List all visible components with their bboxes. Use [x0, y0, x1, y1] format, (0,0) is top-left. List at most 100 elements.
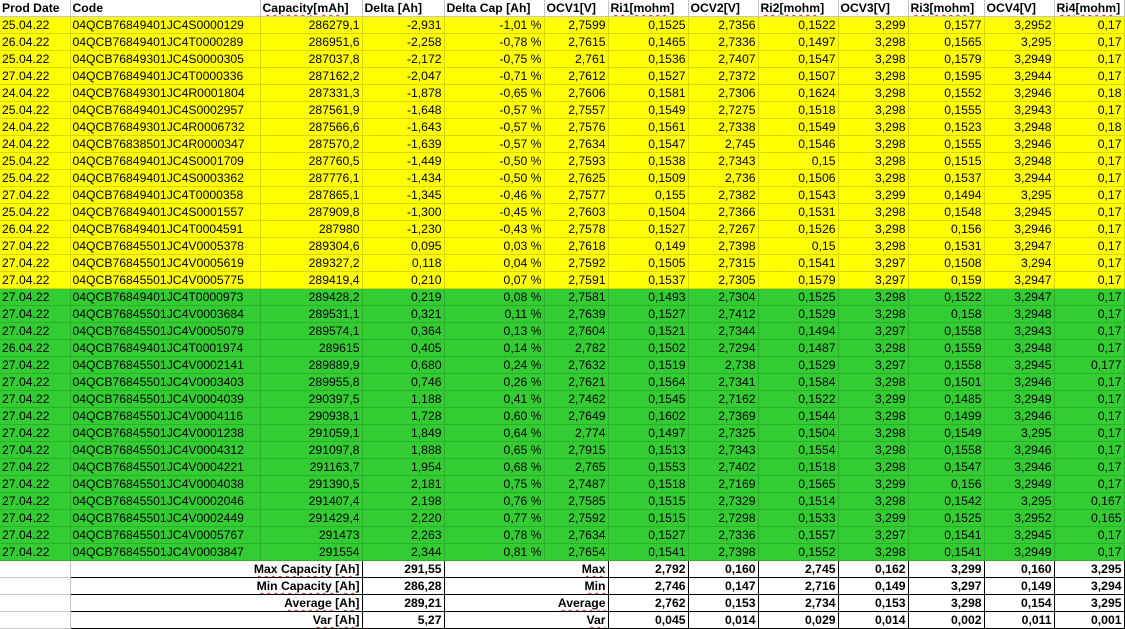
- table-cell[interactable]: 0,1506: [758, 169, 839, 187]
- table-cell[interactable]: 0,1548: [908, 203, 985, 221]
- table-cell[interactable]: 3,298: [838, 203, 909, 221]
- table-cell[interactable]: 25.04.22: [0, 169, 71, 187]
- table-cell[interactable]: 2,7398: [688, 237, 759, 255]
- table-cell[interactable]: 2,7304: [688, 288, 759, 306]
- table-cell[interactable]: -1,345: [362, 186, 445, 204]
- table-cell[interactable]: 0,095: [362, 237, 445, 255]
- table-cell[interactable]: 0,1549: [608, 101, 689, 119]
- table-cell[interactable]: -2,172: [362, 50, 445, 68]
- table-cell[interactable]: 27.04.22: [0, 254, 71, 272]
- summary-value[interactable]: 3,297: [908, 577, 985, 595]
- table-cell[interactable]: -2,258: [362, 33, 445, 51]
- table-cell[interactable]: 0,1497: [758, 33, 839, 51]
- table-cell[interactable]: 0,1525: [908, 509, 985, 527]
- table-cell[interactable]: 0,11 %: [444, 305, 545, 323]
- table-cell[interactable]: 0,1581: [608, 84, 689, 102]
- table-cell[interactable]: 0,17: [1054, 322, 1125, 340]
- table-cell[interactable]: -1,643: [362, 118, 445, 136]
- table-cell[interactable]: 0,1602: [608, 407, 689, 425]
- table-cell[interactable]: 0,364: [362, 322, 445, 340]
- table-cell[interactable]: 3,2948: [984, 152, 1055, 170]
- table-cell[interactable]: 2,344: [362, 543, 445, 561]
- table-cell[interactable]: 0,1579: [758, 271, 839, 289]
- table-cell[interactable]: 04QCB76849401JC4S0002957: [70, 101, 261, 119]
- table-cell[interactable]: 0,1558: [908, 322, 985, 340]
- table-cell[interactable]: 3,295: [984, 33, 1055, 51]
- table-cell[interactable]: 3,298: [838, 50, 909, 68]
- summary-left-value[interactable]: 286,28: [362, 577, 445, 595]
- table-cell[interactable]: 0,17: [1054, 339, 1125, 357]
- empty-cell[interactable]: [0, 611, 71, 629]
- table-cell[interactable]: 2,745: [688, 135, 759, 153]
- table-cell[interactable]: 2,7591: [544, 271, 609, 289]
- table-cell[interactable]: 287162,2: [260, 67, 363, 85]
- table-cell[interactable]: 2,736: [688, 169, 759, 187]
- table-cell[interactable]: 04QCB76849401JC4T0000336: [70, 67, 261, 85]
- table-cell[interactable]: 0,1509: [608, 169, 689, 187]
- table-cell[interactable]: 2,7412: [688, 305, 759, 323]
- table-cell[interactable]: -0,57 %: [444, 135, 545, 153]
- table-cell[interactable]: 3,298: [838, 33, 909, 51]
- table-cell[interactable]: 3,297: [838, 254, 909, 272]
- table-cell[interactable]: 3,2946: [984, 373, 1055, 391]
- table-cell[interactable]: 3,2946: [984, 220, 1055, 238]
- table-cell[interactable]: 0,75 %: [444, 475, 545, 493]
- summary-value[interactable]: 2,734: [758, 594, 839, 612]
- table-cell[interactable]: 25.04.22: [0, 50, 71, 68]
- table-cell[interactable]: 04QCB76845501JC4V0004039: [70, 390, 261, 408]
- table-cell[interactable]: 2,7344: [688, 322, 759, 340]
- table-cell[interactable]: 26.04.22: [0, 220, 71, 238]
- table-cell[interactable]: 3,2943: [984, 101, 1055, 119]
- table-cell[interactable]: 0,17: [1054, 152, 1125, 170]
- table-cell[interactable]: 0,17: [1054, 203, 1125, 221]
- table-cell[interactable]: 3,298: [838, 220, 909, 238]
- table-cell[interactable]: 26.04.22: [0, 339, 71, 357]
- table-cell[interactable]: 291473: [260, 526, 363, 544]
- table-cell[interactable]: 0,1526: [758, 220, 839, 238]
- table-cell[interactable]: 0,1558: [908, 441, 985, 459]
- table-cell[interactable]: 2,7625: [544, 169, 609, 187]
- table-cell[interactable]: 291554: [260, 543, 363, 561]
- table-cell[interactable]: 289574,1: [260, 322, 363, 340]
- table-cell[interactable]: -0,71 %: [444, 67, 545, 85]
- table-cell[interactable]: 3,2945: [984, 526, 1055, 544]
- table-cell[interactable]: 3,2947: [984, 237, 1055, 255]
- table-cell[interactable]: 3,2948: [984, 339, 1055, 357]
- table-cell[interactable]: 3,298: [838, 152, 909, 170]
- table-cell[interactable]: 0,1537: [608, 271, 689, 289]
- table-cell[interactable]: 2,7366: [688, 203, 759, 221]
- table-cell[interactable]: 3,298: [838, 492, 909, 510]
- table-cell[interactable]: 0,1557: [758, 526, 839, 544]
- table-cell[interactable]: 1,888: [362, 441, 445, 459]
- table-cell[interactable]: 0,17: [1054, 271, 1125, 289]
- table-cell[interactable]: 2,7639: [544, 305, 609, 323]
- table-cell[interactable]: 24.04.22: [0, 118, 71, 136]
- table-cell[interactable]: 3,299: [838, 475, 909, 493]
- table-cell[interactable]: 2,181: [362, 475, 445, 493]
- table-cell[interactable]: 0,1549: [908, 424, 985, 442]
- table-cell[interactable]: 3,2949: [984, 475, 1055, 493]
- table-cell[interactable]: 289304,6: [260, 237, 363, 255]
- table-cell[interactable]: 27.04.22: [0, 390, 71, 408]
- table-cell[interactable]: 289419,4: [260, 271, 363, 289]
- table-cell[interactable]: 27.04.22: [0, 424, 71, 442]
- table-cell[interactable]: 287865,1: [260, 186, 363, 204]
- table-cell[interactable]: 0,1504: [758, 424, 839, 442]
- table-cell[interactable]: 27.04.22: [0, 543, 71, 561]
- table-cell[interactable]: 25.04.22: [0, 101, 71, 119]
- table-cell[interactable]: 0,1507: [758, 67, 839, 85]
- header-ocv3[interactable]: OCV3[V]: [838, 0, 909, 17]
- table-cell[interactable]: 04QCB76845501JC4V0004312: [70, 441, 261, 459]
- table-cell[interactable]: 3,298: [838, 339, 909, 357]
- summary-value[interactable]: 0,160: [688, 560, 759, 578]
- table-cell[interactable]: 0,1525: [758, 288, 839, 306]
- table-cell[interactable]: 3,2946: [984, 84, 1055, 102]
- table-cell[interactable]: 2,7298: [688, 509, 759, 527]
- summary-right-label[interactable]: Min: [444, 577, 609, 595]
- table-cell[interactable]: 0,78 %: [444, 526, 545, 544]
- table-cell[interactable]: 3,298: [838, 424, 909, 442]
- table-cell[interactable]: 290397,5: [260, 390, 363, 408]
- table-cell[interactable]: -0,65 %: [444, 84, 545, 102]
- table-cell[interactable]: 25.04.22: [0, 16, 71, 34]
- summary-value[interactable]: 0,162: [838, 560, 909, 578]
